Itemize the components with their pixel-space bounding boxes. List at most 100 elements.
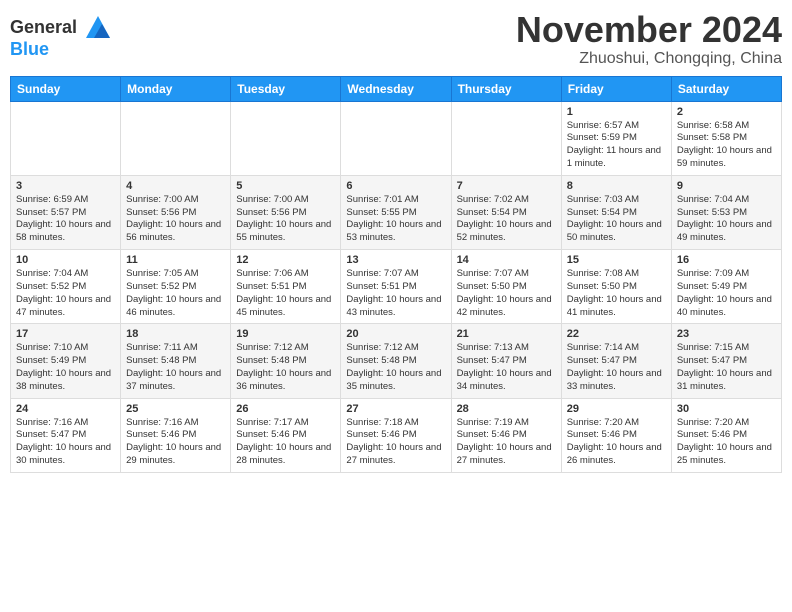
day-info: Sunrise: 7:08 AMSunset: 5:50 PMDaylight:…	[567, 268, 666, 319]
day-info: Sunrise: 7:18 AMSunset: 5:46 PMDaylight:…	[346, 417, 445, 468]
day-number: 2	[677, 106, 776, 118]
day-number: 8	[567, 180, 666, 192]
day-info: Sunrise: 7:00 AMSunset: 5:56 PMDaylight:…	[126, 194, 225, 245]
day-info: Sunrise: 7:20 AMSunset: 5:46 PMDaylight:…	[567, 417, 666, 468]
day-info: Sunrise: 7:12 AMSunset: 5:48 PMDaylight:…	[236, 342, 335, 393]
day-number: 13	[346, 254, 445, 266]
month-title: November 2024	[516, 10, 782, 50]
calendar-week-row: 10Sunrise: 7:04 AMSunset: 5:52 PMDayligh…	[11, 250, 782, 324]
calendar-week-row: 17 Sunrise: 7:10 AMSunset: 5:49 PMDayligh…	[11, 324, 782, 398]
day-number: 10	[16, 254, 115, 266]
calendar-day-cell: 25 Sunrise: 7:16 AMSunset: 5:46 PMDayligh…	[121, 398, 231, 472]
weekday-header-row: SundayMondayTuesdayWednesdayThursdayFrid…	[11, 76, 782, 101]
calendar-day-cell: 7 Sunrise: 7:02 AMSunset: 5:54 PMDaylight…	[451, 175, 561, 249]
day-info: Sunrise: 6:59 AMSunset: 5:57 PMDaylight:…	[16, 194, 115, 245]
page-header: General Blue November 2024 Zhuoshui, Cho…	[10, 10, 782, 68]
logo-general-text: General	[10, 17, 77, 37]
calendar-day-cell: 26 Sunrise: 7:17 AMSunset: 5:46 PMDayligh…	[231, 398, 341, 472]
day-info: Sunrise: 7:05 AMSunset: 5:52 PMDaylight:…	[126, 268, 225, 319]
day-info: Sunrise: 7:13 AMSunset: 5:47 PMDaylight:…	[457, 342, 556, 393]
calendar-day-cell: 20 Sunrise: 7:12 AMSunset: 5:48 PMDayligh…	[341, 324, 451, 398]
day-number: 15	[567, 254, 666, 266]
weekday-header: Friday	[561, 76, 671, 101]
day-info: Sunrise: 7:16 AMSunset: 5:46 PMDaylight:…	[126, 417, 225, 468]
day-info: Sunrise: 7:17 AMSunset: 5:46 PMDaylight:…	[236, 417, 335, 468]
day-info: Sunrise: 7:12 AMSunset: 5:48 PMDaylight:…	[346, 342, 445, 393]
calendar-week-row: 24 Sunrise: 7:16 AMSunset: 5:47 PMDayligh…	[11, 398, 782, 472]
calendar-empty-cell	[121, 101, 231, 175]
day-info: Sunrise: 7:07 AMSunset: 5:50 PMDaylight:…	[457, 268, 556, 319]
day-number: 18	[126, 328, 225, 340]
calendar-week-row: 3Sunrise: 6:59 AMSunset: 5:57 PMDaylight…	[11, 175, 782, 249]
calendar-day-cell: 6Sunrise: 7:01 AMSunset: 5:55 PMDaylight…	[341, 175, 451, 249]
weekday-header: Monday	[121, 76, 231, 101]
day-number: 5	[236, 180, 335, 192]
day-info: Sunrise: 7:10 AMSunset: 5:49 PMDaylight:…	[16, 342, 115, 393]
calendar-day-cell: 24 Sunrise: 7:16 AMSunset: 5:47 PMDayligh…	[11, 398, 121, 472]
day-info: Sunrise: 7:04 AMSunset: 5:53 PMDaylight:…	[677, 194, 776, 245]
title-area: November 2024 Zhuoshui, Chongqing, China	[516, 10, 782, 68]
day-number: 19	[236, 328, 335, 340]
day-number: 16	[677, 254, 776, 266]
day-info: Sunrise: 7:14 AMSunset: 5:47 PMDaylight:…	[567, 342, 666, 393]
day-info: Sunrise: 7:20 AMSunset: 5:46 PMDaylight:…	[677, 417, 776, 468]
day-number: 23	[677, 328, 776, 340]
calendar-empty-cell	[11, 101, 121, 175]
calendar-day-cell: 15 Sunrise: 7:08 AMSunset: 5:50 PMDayligh…	[561, 250, 671, 324]
day-number: 24	[16, 403, 115, 415]
day-number: 26	[236, 403, 335, 415]
day-number: 20	[346, 328, 445, 340]
weekday-header: Tuesday	[231, 76, 341, 101]
day-info: Sunrise: 7:07 AMSunset: 5:51 PMDaylight:…	[346, 268, 445, 319]
day-info: Sunrise: 7:06 AMSunset: 5:51 PMDaylight:…	[236, 268, 335, 319]
calendar-day-cell: 10Sunrise: 7:04 AMSunset: 5:52 PMDayligh…	[11, 250, 121, 324]
calendar-day-cell: 29 Sunrise: 7:20 AMSunset: 5:46 PMDayligh…	[561, 398, 671, 472]
day-number: 21	[457, 328, 556, 340]
day-info: Sunrise: 7:00 AMSunset: 5:56 PMDaylight:…	[236, 194, 335, 245]
calendar-empty-cell	[341, 101, 451, 175]
calendar-day-cell: 28Sunrise: 7:19 AMSunset: 5:46 PMDayligh…	[451, 398, 561, 472]
day-number: 27	[346, 403, 445, 415]
weekday-header: Sunday	[11, 76, 121, 101]
weekday-header: Thursday	[451, 76, 561, 101]
logo-icon	[84, 14, 112, 42]
calendar-day-cell: 13 Sunrise: 7:07 AMSunset: 5:51 PMDayligh…	[341, 250, 451, 324]
calendar-day-cell: 2 Sunrise: 6:58 AMSunset: 5:58 PMDaylight…	[671, 101, 781, 175]
day-info: Sunrise: 7:19 AMSunset: 5:46 PMDaylight:…	[457, 417, 556, 468]
day-info: Sunrise: 7:02 AMSunset: 5:54 PMDaylight:…	[457, 194, 556, 245]
calendar-day-cell: 23 Sunrise: 7:15 AMSunset: 5:47 PMDayligh…	[671, 324, 781, 398]
day-number: 25	[126, 403, 225, 415]
weekday-header: Wednesday	[341, 76, 451, 101]
logo: General Blue	[10, 10, 112, 60]
calendar-day-cell: 22 Sunrise: 7:14 AMSunset: 5:47 PMDayligh…	[561, 324, 671, 398]
calendar-day-cell: 12 Sunrise: 7:06 AMSunset: 5:51 PMDayligh…	[231, 250, 341, 324]
weekday-header: Saturday	[671, 76, 781, 101]
day-number: 12	[236, 254, 335, 266]
day-number: 7	[457, 180, 556, 192]
calendar-day-cell: 16Sunrise: 7:09 AMSunset: 5:49 PMDayligh…	[671, 250, 781, 324]
logo-blue-text: Blue	[10, 39, 49, 59]
location-subtitle: Zhuoshui, Chongqing, China	[516, 50, 782, 68]
calendar-table: SundayMondayTuesdayWednesdayThursdayFrid…	[10, 76, 782, 473]
day-info: Sunrise: 6:58 AMSunset: 5:58 PMDaylight:…	[677, 120, 776, 171]
calendar-day-cell: 3Sunrise: 6:59 AMSunset: 5:57 PMDaylight…	[11, 175, 121, 249]
day-info: Sunrise: 7:11 AMSunset: 5:48 PMDaylight:…	[126, 342, 225, 393]
day-number: 9	[677, 180, 776, 192]
day-number: 29	[567, 403, 666, 415]
calendar-day-cell: 8Sunrise: 7:03 AMSunset: 5:54 PMDaylight…	[561, 175, 671, 249]
day-number: 11	[126, 254, 225, 266]
day-info: Sunrise: 7:15 AMSunset: 5:47 PMDaylight:…	[677, 342, 776, 393]
calendar-day-cell: 30Sunrise: 7:20 AMSunset: 5:46 PMDayligh…	[671, 398, 781, 472]
calendar-empty-cell	[231, 101, 341, 175]
calendar-day-cell: 4Sunrise: 7:00 AMSunset: 5:56 PMDaylight…	[121, 175, 231, 249]
calendar-day-cell: 11 Sunrise: 7:05 AMSunset: 5:52 PMDayligh…	[121, 250, 231, 324]
calendar-day-cell: 17 Sunrise: 7:10 AMSunset: 5:49 PMDayligh…	[11, 324, 121, 398]
calendar-week-row: 1Sunrise: 6:57 AMSunset: 5:59 PMDaylight…	[11, 101, 782, 175]
day-number: 6	[346, 180, 445, 192]
day-number: 22	[567, 328, 666, 340]
calendar-day-cell: 21 Sunrise: 7:13 AMSunset: 5:47 PMDayligh…	[451, 324, 561, 398]
day-number: 17	[16, 328, 115, 340]
day-info: Sunrise: 6:57 AMSunset: 5:59 PMDaylight:…	[567, 120, 666, 171]
calendar-day-cell: 5 Sunrise: 7:00 AMSunset: 5:56 PMDaylight…	[231, 175, 341, 249]
day-info: Sunrise: 7:16 AMSunset: 5:47 PMDaylight:…	[16, 417, 115, 468]
